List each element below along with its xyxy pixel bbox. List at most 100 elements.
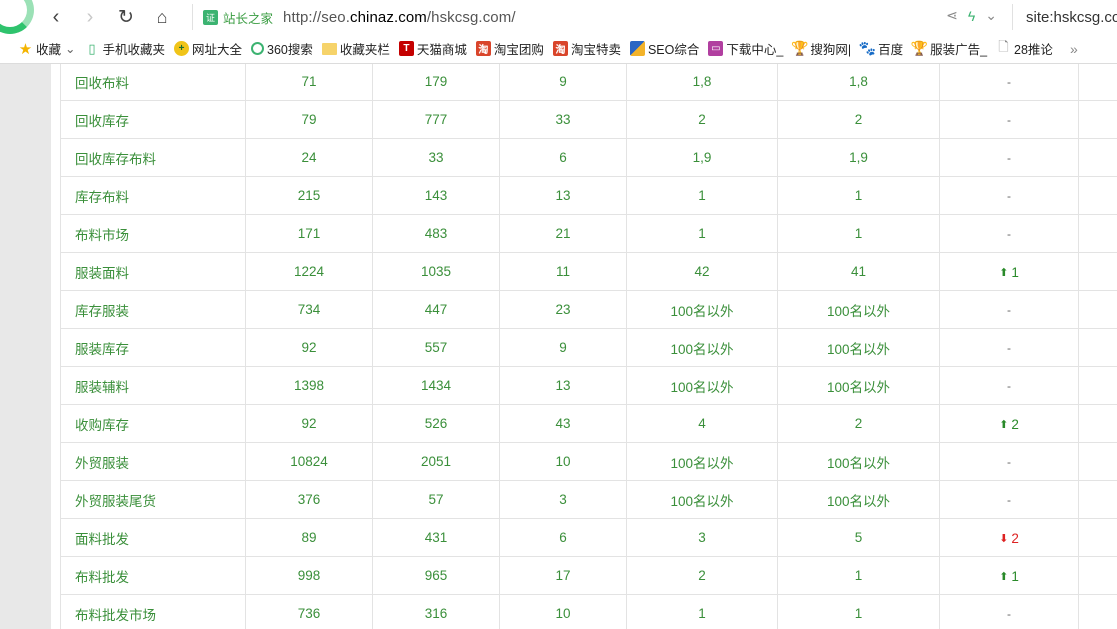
- rank-change-value: 2: [1011, 530, 1019, 546]
- search-text[interactable]: site:hskcsg.com: [1026, 9, 1117, 26]
- address-bar: ‹ › ↻ ⌂ 证 站长之家 http://seo.chinaz.com/hsk…: [0, 0, 1117, 34]
- keyword-cell[interactable]: 布料批发: [60, 556, 246, 595]
- rank-cell: 100名以外: [626, 442, 778, 481]
- keyword-cell[interactable]: 收购库存: [60, 404, 246, 443]
- rank-cell: 1: [777, 556, 940, 595]
- bookmark-item[interactable]: 淘淘宝特卖: [552, 38, 621, 60]
- bookmark-label: 百度: [878, 43, 904, 57]
- rank-cell: 100名以外: [777, 480, 940, 519]
- empty-cell: [1078, 328, 1117, 367]
- index-cell: 89: [245, 518, 373, 557]
- keyword-cell[interactable]: 布料批发市场: [60, 594, 246, 629]
- index-cell: 17: [499, 556, 627, 595]
- rank-cell: 1: [777, 176, 940, 215]
- index-cell: 965: [372, 556, 500, 595]
- keyword-cell[interactable]: 布料市场: [60, 214, 246, 253]
- share-icon[interactable]: ⋖: [946, 7, 958, 24]
- folder-icon: [321, 42, 337, 55]
- index-cell: 777: [372, 100, 500, 139]
- index-cell: 10824: [245, 442, 373, 481]
- bookmark-label: 手机收藏夹: [102, 43, 166, 57]
- bookmark-item[interactable]: 收藏夹栏: [321, 38, 390, 60]
- table-row: 外贸服装 10824 2051 10 100名以外 100名以外 -: [60, 442, 1117, 481]
- bookmark-label: 360搜索: [267, 43, 313, 57]
- rank-cell: 1: [777, 594, 940, 629]
- bookmark-item[interactable]: 淘淘宝团购: [475, 38, 544, 60]
- keyword-cell[interactable]: 库存服装: [60, 290, 246, 329]
- index-cell: 11: [499, 252, 627, 291]
- index-cell: 998: [245, 556, 373, 595]
- bookmark-label: 收藏夹栏: [339, 43, 390, 57]
- bookmark-item[interactable]: 🏆 搜狗网|: [791, 38, 851, 60]
- table-row: 服装库存 92 557 9 100名以外 100名以外 -: [60, 328, 1117, 367]
- chevron-down-icon[interactable]: ⌄: [985, 7, 997, 24]
- taobao-icon: 淘: [552, 41, 568, 56]
- rank-change-cell: ⬇ 2: [939, 518, 1079, 557]
- index-cell: 13: [499, 366, 627, 405]
- keyword-cell[interactable]: 服装面料: [60, 252, 246, 291]
- phone-icon: ▯: [88, 40, 96, 56]
- bookmark-item[interactable]: SEO综合: [629, 38, 699, 60]
- keyword-cell[interactable]: 回收库存: [60, 100, 246, 139]
- rank-cell: 100名以外: [777, 442, 940, 481]
- rank-cell: 1,8: [626, 64, 778, 101]
- lightning-icon[interactable]: ϟ: [968, 8, 975, 24]
- bookmark-label: 收藏: [36, 43, 62, 57]
- empty-cell: [1078, 594, 1117, 629]
- chevron-down-icon[interactable]: ⌄: [65, 41, 75, 56]
- page-content: 回收布料 71 179 9 1,8 1,8- 回收库存 79 777 33 2 2- 回收库存布料 24 3…: [0, 64, 1117, 629]
- index-cell: 431: [372, 518, 500, 557]
- keyword-cell[interactable]: 回收库存布料: [60, 138, 246, 177]
- forward-button[interactable]: ›: [78, 5, 102, 29]
- index-cell: 171: [245, 214, 373, 253]
- keyword-cell[interactable]: 服装库存: [60, 328, 246, 367]
- home-button[interactable]: ⌂: [150, 5, 174, 29]
- table-row: 回收布料 71 179 9 1,8 1,8-: [60, 64, 1117, 101]
- star-icon: ★: [18, 40, 33, 58]
- keyword-cell[interactable]: 外贸服装尾货: [60, 480, 246, 519]
- index-cell: 316: [372, 594, 500, 629]
- bookmark-label: 天猫商城: [416, 43, 467, 57]
- rank-cell: 100名以外: [777, 290, 940, 329]
- table-row: 外贸服装尾货 376 57 3 100名以外 100名以外 -: [60, 480, 1117, 519]
- index-cell: 33: [499, 100, 627, 139]
- index-cell: 1398: [245, 366, 373, 405]
- index-cell: 3: [499, 480, 627, 519]
- arrow-up-icon: ⬆: [999, 266, 1009, 279]
- bookmark-item[interactable]: ★ 收藏 ⌄: [18, 38, 76, 60]
- bookmark-item[interactable]: ▭ 下载中心_: [708, 38, 783, 60]
- bookmark-item[interactable]: 🏆 服装广告_: [911, 38, 987, 60]
- empty-cell: [1078, 404, 1117, 443]
- bookmark-item[interactable]: 360搜索: [251, 38, 313, 60]
- bookmark-item[interactable]: ▯ 手机收藏夹: [85, 38, 166, 60]
- index-cell: 1224: [245, 252, 373, 291]
- url-text[interactable]: http://seo.chinaz.com/hskcsg.com/: [283, 9, 516, 26]
- keyword-cell[interactable]: 外贸服装: [60, 442, 246, 481]
- bookmark-item[interactable]: T 天猫商城: [398, 38, 467, 60]
- keyword-cell[interactable]: 库存布料: [60, 176, 246, 215]
- keyword-cell[interactable]: 服装辅料: [60, 366, 246, 405]
- rank-cell: 100名以外: [626, 290, 778, 329]
- rank-change-value: 2: [1011, 416, 1019, 432]
- index-cell: 376: [245, 480, 373, 519]
- empty-cell: [1078, 442, 1117, 481]
- rank-change-cell: ⬆ 1: [939, 556, 1079, 595]
- bookmarks-more-button[interactable]: »: [1070, 38, 1078, 60]
- url-bar[interactable]: 证 站长之家 http://seo.chinaz.com/hskcsg.com/…: [192, 4, 1009, 30]
- empty-cell: [1078, 366, 1117, 405]
- bookmark-item[interactable]: 🗋 28推论: [996, 38, 1053, 60]
- keyword-cell[interactable]: 面料批发: [60, 518, 246, 557]
- keyword-ranking-table: 回收布料 71 179 9 1,8 1,8- 回收库存 79 777 33 2 2- 回收库存布料 24 3…: [60, 64, 1117, 629]
- index-cell: 10: [499, 442, 627, 481]
- keyword-cell[interactable]: 回收布料: [60, 64, 246, 101]
- index-cell: 2051: [372, 442, 500, 481]
- bookmark-item[interactable]: + 网址大全: [174, 38, 242, 60]
- arrow-up-icon: ⬆: [999, 418, 1009, 431]
- bookmark-item[interactable]: 🐾 百度: [859, 38, 904, 60]
- certificate-icon: 证: [203, 9, 218, 25]
- search-box[interactable]: site:hskcsg.com: [1012, 4, 1117, 30]
- rank-change-cell: -: [939, 290, 1079, 329]
- rank-cell: 1,9: [777, 138, 940, 177]
- back-button[interactable]: ‹: [44, 5, 68, 29]
- refresh-button[interactable]: ↻: [114, 5, 138, 29]
